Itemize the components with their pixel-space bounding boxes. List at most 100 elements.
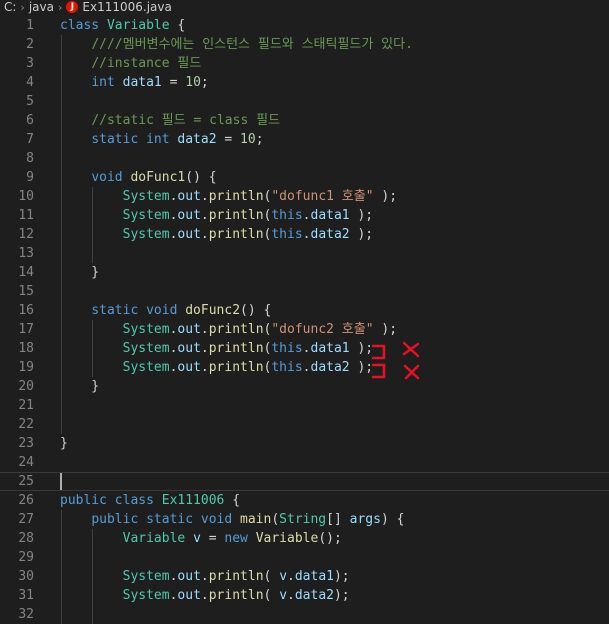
code-token: . [200, 341, 209, 356]
code-token: out [177, 360, 201, 375]
code-line[interactable]: 6 //static 필드 = class 필드 [0, 111, 609, 130]
line-number: 3 [26, 56, 34, 71]
line-number: 13 [18, 246, 34, 261]
code-line[interactable]: 23} [0, 434, 609, 453]
code-line[interactable]: 21 [0, 396, 609, 415]
code-text: System.out.println("dofunc1 호출" ); [60, 187, 397, 206]
bracket-mark-line-18 [371, 344, 386, 360]
code-text: } [60, 263, 99, 282]
code-line[interactable]: 2 ////멤버변수에는 인스턴스 필드와 스태틱필드가 있다. [0, 35, 609, 54]
code-token: println [208, 189, 264, 204]
code-token: out [177, 227, 201, 242]
line-number: 8 [26, 151, 34, 166]
code-token: } [60, 379, 100, 394]
line-number: 24 [18, 455, 34, 470]
code-token: ( [271, 512, 280, 527]
code-token: 10 [240, 132, 256, 147]
line-number: 22 [18, 417, 34, 432]
code-token: doFunc1 [130, 170, 186, 185]
code-text: System.out.println(this.data1 ); [60, 206, 374, 225]
code-token: public class [60, 493, 162, 508]
code-token: System [122, 227, 170, 242]
code-token: ); [333, 588, 350, 603]
code-token: ); [373, 322, 398, 337]
code-line[interactable]: 9 void doFunc1() { [0, 168, 609, 187]
breadcrumb-file[interactable]: Ex111006.java [82, 0, 171, 14]
line-number: 18 [18, 341, 34, 356]
code-token: . [287, 588, 295, 603]
code-token: data2 [310, 360, 350, 375]
indent-guide [92, 320, 93, 377]
code-line[interactable]: 14 } [0, 263, 609, 282]
code-line[interactable]: 22 [0, 415, 609, 434]
line-number: 28 [18, 531, 34, 546]
code-text: System.out.println( v.data2); [60, 586, 350, 605]
code-token: int [91, 75, 123, 90]
code-line[interactable]: 5 [0, 92, 609, 111]
line-number: 27 [18, 512, 34, 527]
line-number: 4 [26, 75, 34, 90]
code-line[interactable]: 20 } [0, 377, 609, 396]
code-token: this [271, 208, 303, 223]
line-number: 15 [18, 284, 34, 299]
code-text: System.out.println(this.data2 ); [60, 225, 374, 244]
code-token: System [122, 208, 170, 223]
code-token: . [302, 341, 311, 356]
code-line[interactable]: 8 [0, 149, 609, 168]
code-line[interactable]: 16 static void doFunc2() { [0, 301, 609, 320]
code-token: //static 필드 = class 필드 [91, 113, 281, 128]
breadcrumb: C: › java › J Ex111006.java [0, 0, 609, 14]
code-token: } [60, 265, 100, 280]
code-token: { [224, 493, 241, 508]
code-line[interactable]: 4 int data1 = 10; [0, 73, 609, 92]
code-token: () { [240, 303, 272, 318]
code-line[interactable]: 3 //instance 필드 [0, 54, 609, 73]
code-token: ////멤버변수에는 인스턴스 필드와 스태틱필드가 있다. [91, 37, 413, 52]
code-line[interactable]: 27 public static void main(String[] args… [0, 510, 609, 529]
line-number: 32 [18, 607, 34, 622]
x-mark-line-19 [403, 364, 420, 380]
code-token: Variable [122, 531, 186, 546]
code-token: = [161, 75, 186, 90]
code-token: ; [255, 132, 264, 147]
code-token: v [279, 588, 288, 603]
code-text: static int data2 = 10; [60, 130, 264, 149]
code-line[interactable]: 15 [0, 282, 609, 301]
code-token: = [200, 531, 225, 546]
line-number: 11 [18, 208, 34, 223]
code-text: class Variable { [60, 16, 185, 35]
code-token: doFunc2 [185, 303, 241, 318]
code-token: 10 [185, 75, 201, 90]
code-line[interactable]: 26 public class Ex111006 { [0, 491, 609, 510]
code-token: Variable [106, 18, 170, 33]
breadcrumb-root[interactable]: C: [4, 0, 16, 14]
code-text: //static 필드 = class 필드 [60, 111, 280, 130]
code-line[interactable]: 24 [0, 453, 609, 472]
line-number: 2 [26, 37, 34, 52]
code-token: data1 [310, 208, 350, 223]
line-number: 6 [26, 113, 34, 128]
code-token: . [302, 360, 311, 375]
code-line[interactable]: 25 [0, 472, 609, 491]
code-token: out [177, 208, 201, 223]
code-token: v [193, 531, 201, 546]
code-text: System.out.println("dofunc2 호출" ); [60, 320, 397, 339]
indent-guide [92, 529, 93, 624]
code-token: data2 [310, 227, 350, 242]
breadcrumb-folder[interactable]: java [29, 0, 54, 14]
code-token: println [208, 341, 264, 356]
code-token: "dofunc2 호출" [271, 322, 374, 337]
code-line[interactable]: 7 static int data2 = 10; [0, 130, 609, 149]
code-token: data1 [122, 75, 162, 90]
code-token: void [91, 170, 131, 185]
code-token: ); [333, 569, 350, 584]
line-number: 26 [18, 493, 34, 508]
code-line[interactable]: 1 class Variable { [0, 16, 609, 35]
code-token: ); [349, 208, 374, 223]
code-token: out [177, 322, 201, 337]
code-token: data1 [294, 569, 334, 584]
java-file-icon: J [66, 1, 79, 13]
